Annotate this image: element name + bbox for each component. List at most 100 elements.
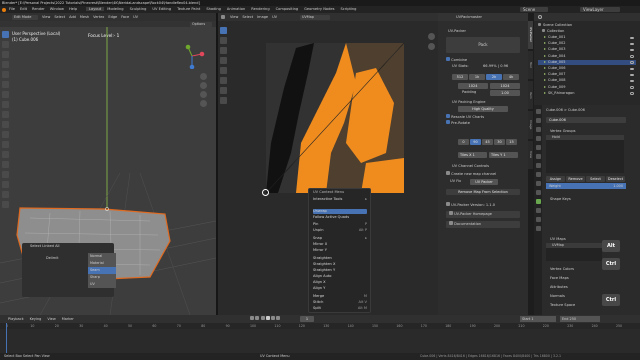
uv-image-field[interactable]: UVMap (300, 14, 330, 20)
select-button[interactable]: Select (586, 176, 605, 182)
uv-texture-canvas[interactable] (266, 43, 404, 193)
timeline-menu-view[interactable]: View (47, 317, 55, 321)
context-item-unwrap[interactable]: Unwrap (313, 209, 367, 214)
timeline-ruler[interactable]: 0 10 20 30 40 50 60 70 80 90 100 110 120 130 140 150 160… (0, 323, 640, 329)
tab-texture-paint[interactable]: Texture Paint (174, 7, 203, 11)
visibility-eye-icon[interactable] (630, 48, 634, 52)
documentation-button[interactable]: Documentation (446, 221, 520, 228)
n-tab-tool[interactable]: Tool (528, 51, 533, 79)
tab-geometry-nodes[interactable]: Geometry Nodes (301, 7, 337, 11)
outliner-item-cube-008[interactable]: Cube_008 (538, 78, 636, 84)
shape-keys-label[interactable]: Shape Keys (550, 197, 571, 201)
properties-tab-icon[interactable] (535, 181, 541, 186)
scene-collection-row[interactable]: Scene Collection (538, 23, 636, 29)
context-item-follow-active-quads[interactable]: Follow Active Quads (313, 215, 367, 220)
deselect-button[interactable]: Deselect (606, 176, 625, 182)
properties-tab-icon[interactable] (535, 226, 541, 231)
size-1k-button[interactable]: 1k (469, 74, 485, 80)
current-frame-field[interactable]: 1 (300, 316, 314, 322)
tab-shading[interactable]: Shading (203, 7, 224, 11)
section-vertex-colors[interactable]: Vertex Colors (550, 267, 574, 271)
context-item-straighten[interactable]: Straighten (313, 256, 367, 261)
properties-tab-icon[interactable] (535, 163, 541, 168)
visibility-eye-icon[interactable] (630, 67, 634, 70)
res-y-field[interactable]: 1024 (490, 83, 520, 89)
tab-compositing[interactable]: Compositing (273, 7, 302, 11)
tiles-x-field[interactable]: Tiles X 1 (458, 152, 487, 158)
context-item-pin[interactable]: Pin P (313, 222, 367, 227)
uv-fix-field[interactable]: UV Packer (470, 179, 498, 185)
uv-map-item[interactable]: UVMap (546, 243, 602, 248)
visibility-eye-icon[interactable] (630, 55, 634, 58)
outliner-search-icon[interactable] (538, 15, 542, 19)
tab-modeling[interactable]: Modeling (104, 7, 126, 11)
vertex-group-item[interactable]: Hold (546, 135, 624, 140)
context-item-mirror-x[interactable]: Mirror X (313, 242, 367, 247)
delimit-seam[interactable]: Seam (88, 267, 116, 274)
properties-tab-icon[interactable] (535, 109, 541, 114)
menu-window[interactable]: Window (50, 7, 64, 11)
section-attributes[interactable]: Attributes (550, 285, 568, 289)
properties-tab-icon[interactable] (535, 217, 541, 222)
uv-menu-uv[interactable]: UV (272, 15, 277, 19)
uv-menu-image[interactable]: Image (257, 15, 268, 19)
tab-scripting[interactable]: Scripting (337, 7, 359, 11)
scene-field[interactable]: Scene (520, 7, 548, 12)
playhead[interactable] (6, 323, 7, 353)
create-channel-option[interactable]: Create new map channel (446, 171, 496, 176)
context-item-straighten-y[interactable]: Straighten Y (313, 268, 367, 273)
homepage-button[interactable]: UV-Packer Homepage (446, 211, 520, 218)
context-item-align-auto[interactable]: Align Auto (313, 274, 367, 279)
context-item-unpin[interactable]: Unpin Alt P (313, 228, 367, 233)
end-field[interactable]: End 250 (560, 316, 600, 322)
context-item-snap[interactable]: Snap ▸ (313, 236, 367, 241)
tab-uv-editing[interactable]: UV Editing (149, 7, 174, 11)
n-tab-view[interactable]: View (528, 141, 533, 169)
properties-tab-icon[interactable] (535, 136, 541, 141)
section-normals[interactable]: Normals (550, 294, 565, 298)
uv-menu-view[interactable]: View (230, 15, 238, 19)
properties-tab-icon[interactable] (535, 172, 541, 177)
n-tab-item[interactable]: Item (528, 81, 533, 109)
outliner-item-cube-009[interactable]: Cube_009 (538, 85, 636, 91)
padding-field[interactable]: 1.00 (490, 90, 520, 96)
tiles-y-field[interactable]: Tiles Y 1 (489, 152, 518, 158)
section-texture-space[interactable]: Texture Space (550, 303, 575, 307)
remove-button[interactable]: Remove (566, 176, 585, 182)
rotation-90-button[interactable]: 90 (470, 139, 481, 145)
play-reverse-icon[interactable] (260, 316, 265, 320)
weight-slider[interactable]: Weight 1.000 (546, 183, 626, 189)
next-key-icon[interactable] (271, 316, 276, 320)
properties-tab-icon[interactable] (535, 190, 541, 195)
outliner-item-cube-002[interactable]: Cube_002 (538, 41, 636, 47)
size-4k-button[interactable]: 4k (503, 74, 519, 80)
delimit-sharp[interactable]: Sharp (88, 274, 116, 281)
visibility-eye-icon[interactable] (630, 36, 634, 39)
menu-help[interactable]: Help (69, 7, 77, 11)
properties-tab-icon[interactable] (535, 208, 541, 213)
uv-tool-icon[interactable] (220, 47, 227, 54)
tab-animation[interactable]: Animation (224, 7, 248, 11)
properties-tab-icon[interactable] (535, 127, 541, 132)
menu-file[interactable]: File (9, 7, 15, 11)
context-item-straighten-x[interactable]: Straighten X (313, 262, 367, 267)
assign-button[interactable]: Assign (546, 176, 565, 182)
visibility-eye-icon[interactable] (630, 61, 634, 64)
properties-tab-icon[interactable] (535, 154, 541, 159)
blender-logo-icon[interactable] (2, 7, 6, 12)
timeline-menu-marker[interactable]: Marker (62, 317, 74, 321)
uv-tool-icon[interactable] (220, 37, 227, 44)
uv-pan-icon[interactable] (428, 43, 435, 50)
properties-tab-icon[interactable] (535, 118, 541, 123)
rotation-0-button[interactable]: 0 (458, 139, 469, 145)
context-item-split[interactable]: Split Alt M (313, 306, 367, 311)
engine-dropdown[interactable]: High Quality (458, 106, 508, 112)
mesh-name-field[interactable]: Cube.006 (546, 117, 626, 123)
prev-key-icon[interactable] (255, 316, 260, 320)
play-icon[interactable] (265, 316, 270, 320)
uv-tool-icon[interactable] (220, 87, 227, 94)
outliner-item-cube-001[interactable]: Cube_001 (538, 35, 636, 41)
combine-option[interactable]: Combine (446, 57, 467, 62)
uv-tool-icon[interactable] (220, 77, 227, 84)
properties-tab-icon[interactable] (535, 199, 541, 204)
